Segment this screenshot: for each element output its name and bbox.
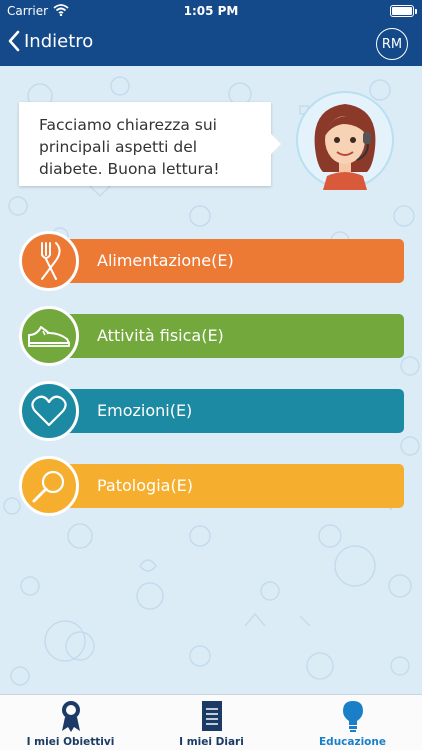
lightbulb-icon	[342, 701, 363, 732]
category-emozioni-button[interactable]: Emozioni(E)	[54, 389, 404, 433]
tab-bar: I miei Obiettivi I miei Diari Educazione	[0, 694, 422, 750]
tab-educazione-label: Educazione	[319, 736, 386, 748]
tab-obiettivi-label: I miei Obiettivi	[26, 736, 115, 748]
tab-diari[interactable]: I miei Diari	[141, 695, 282, 750]
tab-educazione[interactable]: Educazione	[282, 695, 422, 750]
notebook-icon	[201, 701, 222, 731]
heart-icon	[19, 381, 79, 441]
back-button[interactable]: Indietro	[8, 30, 93, 52]
category-attivita-fisica[interactable]: Attività fisica(E)	[19, 306, 404, 366]
category-alimentazione[interactable]: Alimentazione(E)	[19, 231, 404, 291]
category-emozioni[interactable]: Emozioni(E)	[19, 381, 404, 441]
category-patologia-button[interactable]: Patologia(E)	[54, 464, 404, 508]
chevron-left-icon	[8, 30, 20, 52]
assistant-avatar	[296, 91, 394, 190]
tab-obiettivi[interactable]: I miei Obiettivi	[0, 695, 141, 750]
user-avatar-button[interactable]: RM	[376, 28, 408, 60]
ribbon-icon	[61, 701, 80, 732]
tab-diari-label: I miei Diari	[179, 736, 244, 748]
clock: 1:05 PM	[183, 4, 239, 18]
battery-icon	[390, 5, 414, 17]
fork-knife-icon	[19, 231, 79, 291]
sneaker-icon	[19, 306, 79, 366]
status-bar: Carrier 1:05 PM	[0, 0, 422, 22]
magnifier-icon	[19, 456, 79, 516]
back-label: Indietro	[24, 30, 94, 52]
assistant-speech-bubble: Facciamo chiarezza sui principali aspett…	[19, 102, 281, 186]
category-alimentazione-button[interactable]: Alimentazione(E)	[54, 239, 404, 283]
category-attivita-fisica-button[interactable]: Attività fisica(E)	[54, 314, 404, 358]
navigation-bar: Indietro RM	[0, 22, 422, 66]
category-patologia[interactable]: Patologia(E)	[19, 456, 404, 516]
